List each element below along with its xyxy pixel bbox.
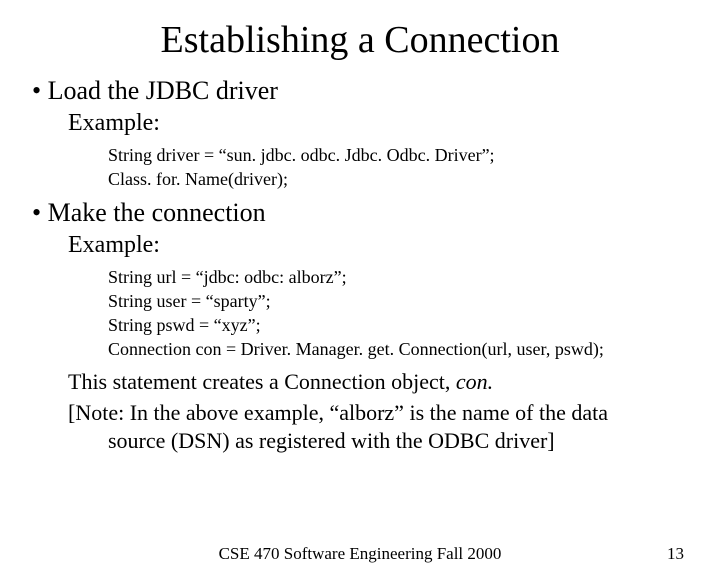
example-label-1: Example:: [68, 110, 700, 137]
bullet-load-driver: Load the JDBC driver: [32, 76, 700, 106]
code-line: Connection con = Driver. Manager. get. C…: [108, 337, 700, 361]
note-line-2: [Note: In the above example, “alborz” is…: [68, 399, 700, 427]
bullet-make-connection: Make the connection: [32, 198, 700, 228]
code-line: Class. for. Name(driver);: [108, 167, 700, 191]
code-line: String url = “jdbc: odbc: alborz”;: [108, 265, 700, 289]
code-line: String driver = “sun. jdbc. odbc. Jdbc. …: [108, 143, 700, 167]
code-line: String user = “sparty”;: [108, 289, 700, 313]
code-block-2: String url = “jdbc: odbc: alborz”; Strin…: [108, 265, 700, 362]
footer-center: CSE 470 Software Engineering Fall 2000: [0, 544, 720, 564]
example-label-2: Example:: [68, 232, 700, 259]
slide-title: Establishing a Connection: [0, 18, 720, 62]
slide: Establishing a Connection Load the JDBC …: [0, 18, 720, 558]
code-block-1: String driver = “sun. jdbc. odbc. Jdbc. …: [108, 143, 700, 192]
note-line-1: This statement creates a Connection obje…: [68, 368, 700, 396]
note-line-3: source (DSN) as registered with the ODBC…: [108, 427, 700, 455]
page-number: 13: [667, 544, 684, 564]
slide-content: Load the JDBC driver Example: String dri…: [32, 76, 700, 454]
note-italic: con.: [456, 369, 493, 394]
note-text: This statement creates a Connection obje…: [68, 369, 456, 394]
code-line: String pswd = “xyz”;: [108, 313, 700, 337]
